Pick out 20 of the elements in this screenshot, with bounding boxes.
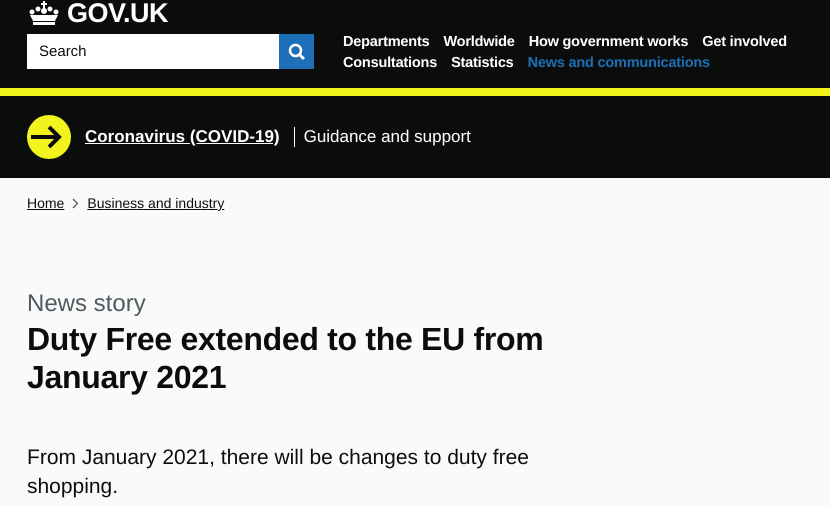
breadcrumb-link[interactable]: Business and industry <box>87 195 224 211</box>
nav-link[interactable]: Get involved <box>702 34 787 50</box>
content-type: News story <box>27 290 147 318</box>
page-title: Duty Free extended to the EU from January 2021 <box>27 320 544 396</box>
chevron-icon <box>72 198 80 208</box>
search-icon <box>288 42 306 60</box>
search-button[interactable] <box>279 34 314 69</box>
breadcrumb-link[interactable]: Home <box>27 195 64 211</box>
nav-link[interactable]: Statistics <box>451 55 514 71</box>
nav-link[interactable]: Consultations <box>343 55 438 71</box>
site-logo[interactable]: GOV.UK <box>67 0 168 28</box>
nav-link[interactable]: News and communications <box>528 55 710 71</box>
crown-icon <box>27 1 61 25</box>
banner-text: Guidance and support <box>304 127 471 147</box>
search-field[interactable]: Search <box>27 34 279 69</box>
nav-link[interactable]: Worldwide <box>443 34 515 50</box>
nav-link[interactable]: How government works <box>528 34 688 50</box>
covid-link[interactable]: Coronavirus (COVID-19) <box>85 127 280 147</box>
nav-link[interactable]: Departments <box>343 34 430 50</box>
summary-text: From January 2021, there will be changes to duty free shopping. <box>27 445 530 500</box>
